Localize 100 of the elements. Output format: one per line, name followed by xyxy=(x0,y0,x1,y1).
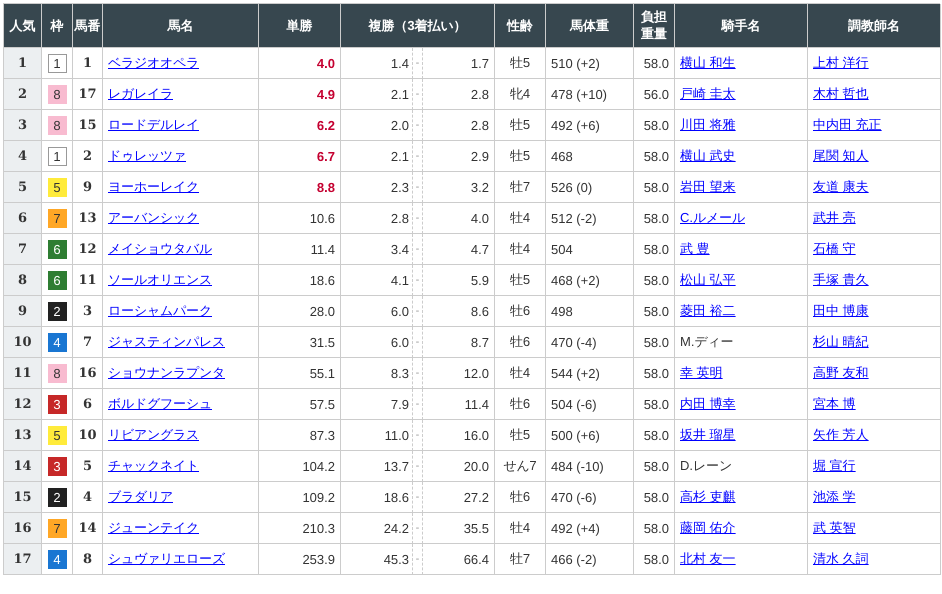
jockey-link[interactable]: 戸崎 圭太 xyxy=(680,85,736,103)
jockey-link[interactable]: 横山 武史 xyxy=(680,147,736,165)
trainer-link[interactable]: 宮本 博 xyxy=(813,395,856,413)
horse-name-link[interactable]: ロードデルレイ xyxy=(108,116,199,134)
horse-number-cell: 2 xyxy=(73,141,103,172)
jockey-link[interactable]: 北村 友一 xyxy=(680,550,736,568)
place-odds-cell: 27.2 xyxy=(423,482,495,513)
jockey-link[interactable]: C.ルメール xyxy=(680,209,745,227)
horse-name-link[interactable]: ベラジオオペラ xyxy=(108,54,199,72)
horse-name-link[interactable]: シュヴァリエローズ xyxy=(108,550,225,568)
win-odds-cell: 10.6 xyxy=(259,203,341,234)
rank-cell: 15 xyxy=(4,482,42,513)
jockey-link[interactable]: 菱田 裕二 xyxy=(680,302,736,320)
horse-name-link[interactable]: メイショウタバル xyxy=(108,240,212,258)
column-header: 枠 xyxy=(42,4,73,48)
horse-name-link[interactable]: ブラダリア xyxy=(108,488,173,506)
jockey-link[interactable]: 横山 和生 xyxy=(680,54,736,72)
jockey-name: D.レーン xyxy=(680,457,732,475)
frame-badge: 2 xyxy=(48,488,66,506)
weight-cell: 468 (+2) xyxy=(546,265,634,296)
win-odds-cell: 18.6 xyxy=(259,265,341,296)
jockey-link[interactable]: 藤岡 佑介 xyxy=(680,519,736,537)
burden-cell: 58.0 xyxy=(634,172,675,203)
horse-name-link[interactable]: ローシャムパーク xyxy=(108,302,212,320)
horse-name-link[interactable]: レガレイラ xyxy=(108,85,173,103)
trainer-link[interactable]: 堀 宣行 xyxy=(813,457,856,475)
column-header: 性齢 xyxy=(495,4,546,48)
horse-name-link[interactable]: ショウナンラプンタ xyxy=(108,364,225,382)
jockey-link[interactable]: 川田 将雅 xyxy=(680,116,736,134)
trainer-link[interactable]: 武 英智 xyxy=(813,519,856,537)
trainer-link[interactable]: 清水 久詞 xyxy=(813,550,869,568)
trainer-link[interactable]: 矢作 芳人 xyxy=(813,426,869,444)
horse-name-link[interactable]: チャックネイト xyxy=(108,457,199,475)
frame-badge: 4 xyxy=(48,332,66,352)
column-header: 単勝 xyxy=(259,4,341,48)
win-odds-cell: 253.9 xyxy=(259,544,341,575)
trainer-link[interactable]: 中内田 充正 xyxy=(813,116,882,134)
trainer-link[interactable]: 友道 康夫 xyxy=(813,178,869,196)
horse-name-link[interactable]: アーバンシック xyxy=(108,209,199,227)
jockey-link[interactable]: 幸 英明 xyxy=(680,364,723,382)
rank-cell: 3 xyxy=(4,110,42,141)
separator-dash: - xyxy=(416,491,420,503)
trainer-link[interactable]: 杉山 晴紀 xyxy=(813,333,869,351)
jockey-link[interactable]: 坂井 瑠星 xyxy=(680,426,736,444)
place-odds-cell: 1.7 xyxy=(423,48,495,79)
burden-cell: 58.0 xyxy=(634,513,675,544)
sex-age-cell: 牡5 xyxy=(495,141,546,172)
place-odds-cell: 4.7 xyxy=(423,234,495,265)
sex-age-cell: 牡6 xyxy=(495,389,546,420)
separator-dash: - xyxy=(416,119,420,131)
weight-cell: 504 (-6) xyxy=(546,389,634,420)
sex-age-cell: 牡4 xyxy=(495,203,546,234)
trainer-link[interactable]: 上村 洋行 xyxy=(813,54,869,72)
horse-name-link[interactable]: リビアングラス xyxy=(108,426,199,444)
frame-badge: 6 xyxy=(48,270,66,290)
horse-name-link[interactable]: ジューンテイク xyxy=(108,519,199,537)
trainer-link[interactable]: 高野 友和 xyxy=(813,364,869,382)
win-odds-cell: 8.8 xyxy=(259,172,341,203)
jockey-link[interactable]: 高杉 吏麒 xyxy=(680,488,736,506)
sex-age-cell: せん7 xyxy=(495,451,546,482)
burden-cell: 58.0 xyxy=(634,234,675,265)
horse-name-link[interactable]: ジャスティンパレス xyxy=(108,333,225,351)
trainer-link[interactable]: 石橋 守 xyxy=(813,240,856,258)
jockey-link[interactable]: 岩田 望来 xyxy=(680,178,736,196)
weight-cell: 470 (-4) xyxy=(546,327,634,358)
horse-number-cell: 13 xyxy=(73,203,103,234)
horse-name-link[interactable]: ボルドグフーシュ xyxy=(108,395,212,413)
horse-name-link[interactable]: ソールオリエンス xyxy=(108,271,212,289)
horse-number-cell: 5 xyxy=(73,451,103,482)
win-odds-cell: 6.7 xyxy=(259,141,341,172)
trainer-link[interactable]: 手塚 貴久 xyxy=(813,271,869,289)
frame-badge: 8 xyxy=(48,364,66,382)
jockey-link[interactable]: 松山 弘平 xyxy=(680,271,736,289)
burden-cell: 58.0 xyxy=(634,420,675,451)
trainer-link[interactable]: 武井 亮 xyxy=(813,209,856,227)
jockey-link[interactable]: 武 豊 xyxy=(680,240,710,258)
win-odds-cell: 4.9 xyxy=(259,79,341,110)
separator-dash: - xyxy=(416,243,420,255)
frame-badge: 5 xyxy=(48,178,66,196)
sex-age-cell: 牡5 xyxy=(495,110,546,141)
place-odds-cell: 24.2 xyxy=(341,513,412,544)
place-odds-cell: 4.1 xyxy=(341,265,412,296)
horse-number-cell: 11 xyxy=(73,265,103,296)
jockey-link[interactable]: 内田 博幸 xyxy=(680,395,736,413)
place-odds-cell: 2.1 xyxy=(341,79,412,110)
column-header: 馬名 xyxy=(103,4,259,48)
trainer-link[interactable]: 木村 哲也 xyxy=(813,85,869,103)
place-odds-cell: 35.5 xyxy=(423,513,495,544)
frame-badge: 1 xyxy=(48,146,66,166)
sex-age-cell: 牡4 xyxy=(495,358,546,389)
trainer-link[interactable]: 池添 学 xyxy=(813,488,856,506)
trainer-link[interactable]: 尾関 知人 xyxy=(813,147,869,165)
weight-cell: 498 xyxy=(546,296,634,327)
trainer-link[interactable]: 田中 博康 xyxy=(813,302,869,320)
horse-name-link[interactable]: ドゥレッツァ xyxy=(108,147,186,165)
sex-age-cell: 牡6 xyxy=(495,482,546,513)
weight-cell: 500 (+6) xyxy=(546,420,634,451)
horse-name-link[interactable]: ヨーホーレイク xyxy=(108,178,199,196)
place-odds-cell: 3.4 xyxy=(341,234,412,265)
horse-number-cell: 7 xyxy=(73,327,103,358)
